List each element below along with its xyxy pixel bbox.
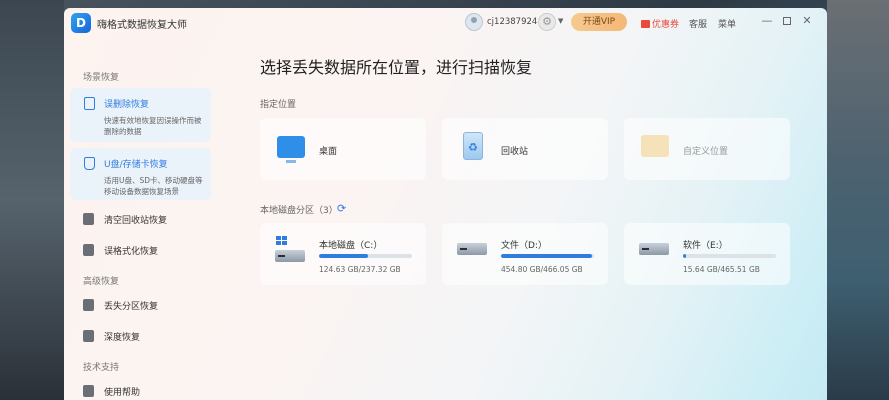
refresh-icon[interactable]: ⟳ xyxy=(337,202,346,215)
file-icon xyxy=(84,97,95,110)
location-label: 自定义位置 xyxy=(683,147,729,157)
disk-icon xyxy=(83,244,94,256)
deep-scan-icon xyxy=(83,330,94,342)
sidebar-item-usb-recovery[interactable]: U盘/存储卡恢复 适用U盘、SD卡、移动硬盘等移动设备数据恢复场景 xyxy=(70,148,211,200)
disk-name: 软件（E:） xyxy=(683,241,728,251)
minimize-icon[interactable]: — xyxy=(760,14,774,28)
close-icon[interactable]: ✕ xyxy=(800,14,814,28)
coupon-link[interactable]: 优惠券 xyxy=(641,17,679,30)
disk-usage-bar xyxy=(683,254,776,258)
sidebar: 场景恢复 误删除恢复 快速有效地恢复因误操作而被删除的数据 U盘/存储卡恢复 适… xyxy=(64,38,229,400)
location-card-recycle-bin[interactable]: ♻ 回收站 xyxy=(442,118,608,180)
user-name[interactable]: cj12387924 xyxy=(487,17,537,27)
sidebar-item-deleted-recovery[interactable]: 误删除恢复 快速有效地恢复因误操作而被删除的数据 xyxy=(70,88,211,142)
coupon-label: 优惠券 xyxy=(652,20,680,30)
recycle-bin-icon: ♻ xyxy=(463,132,483,160)
location-label: 桌面 xyxy=(319,147,338,157)
folder-icon xyxy=(641,135,669,157)
disk-size: 15.64 GB/465.51 GB xyxy=(683,265,760,274)
hard-drive-icon xyxy=(639,243,669,255)
maximize-icon[interactable] xyxy=(780,14,794,28)
chevron-down-icon[interactable]: ▼ xyxy=(558,17,563,25)
app-title: 嗨格式数据恢复大师 xyxy=(97,20,187,31)
desktop-background-left xyxy=(0,0,64,400)
disk-usage-bar xyxy=(501,254,594,258)
disk-size: 454.80 GB/466.05 GB xyxy=(501,265,583,274)
vip-button[interactable]: 开通VIP xyxy=(571,13,627,31)
sidebar-item-desc: 快速有效地恢复因误操作而被删除的数据 xyxy=(104,116,202,136)
desktop-icon xyxy=(277,136,305,163)
coupon-icon xyxy=(641,20,650,28)
usb-icon xyxy=(84,157,95,170)
partition-icon xyxy=(83,299,94,311)
locations-label: 指定位置 xyxy=(260,100,297,110)
windows-icon xyxy=(276,236,288,245)
disk-name: 文件（D:） xyxy=(501,241,547,251)
sidebar-item-label: 丢失分区恢复 xyxy=(104,302,159,312)
menu-link[interactable]: 菜单 xyxy=(718,17,736,30)
service-link[interactable]: 客服 xyxy=(689,17,707,30)
location-label: 回收站 xyxy=(501,147,529,157)
partitions-label: 本地磁盘分区（3） xyxy=(260,206,338,216)
sidebar-item-label: 误格式化恢复 xyxy=(104,247,159,257)
location-card-desktop[interactable]: 桌面 xyxy=(260,118,426,180)
disk-name: 本地磁盘（C:） xyxy=(319,241,383,251)
user-avatar-icon[interactable] xyxy=(465,13,483,31)
disk-usage-bar xyxy=(319,254,412,258)
sidebar-item-label: 清空回收站恢复 xyxy=(104,216,168,226)
sidebar-item-label: 深度恢复 xyxy=(104,333,141,343)
location-card-custom[interactable]: 自定义位置 xyxy=(624,118,790,180)
desktop-background-right xyxy=(827,0,889,400)
section-label-support: 技术支持 xyxy=(83,363,120,373)
trash-icon xyxy=(83,213,94,225)
section-label-scene: 场景恢复 xyxy=(83,73,120,83)
sidebar-item-desc: 适用U盘、SD卡、移动硬盘等移动设备数据恢复场景 xyxy=(104,176,203,196)
hard-drive-icon xyxy=(275,250,305,262)
section-label-advanced: 高级恢复 xyxy=(83,277,120,287)
sidebar-item-label: 误删除恢复 xyxy=(104,100,150,110)
gear-icon[interactable]: ⚙ xyxy=(538,13,556,31)
help-icon xyxy=(83,385,94,397)
app-window: D 嗨格式数据恢复大师 cj12387924 ⚙ ▼ 开通VIP 优惠券 客服 … xyxy=(64,8,827,400)
disk-card-e[interactable]: 软件（E:） 15.64 GB/465.51 GB xyxy=(624,223,790,285)
page-title: 选择丢失数据所在位置，进行扫描恢复 xyxy=(260,58,533,77)
disk-size: 124.63 GB/237.32 GB xyxy=(319,265,401,274)
sidebar-item-label: 使用帮助 xyxy=(104,388,141,398)
title-bar: D 嗨格式数据恢复大师 cj12387924 ⚙ ▼ 开通VIP 优惠券 客服 … xyxy=(64,8,827,38)
app-logo-icon: D xyxy=(71,13,91,33)
disk-card-d[interactable]: 文件（D:） 454.80 GB/466.05 GB xyxy=(442,223,608,285)
disk-card-c[interactable]: 本地磁盘（C:） 124.63 GB/237.32 GB xyxy=(260,223,426,285)
sidebar-item-label: U盘/存储卡恢复 xyxy=(104,160,168,170)
hard-drive-icon xyxy=(457,243,487,255)
